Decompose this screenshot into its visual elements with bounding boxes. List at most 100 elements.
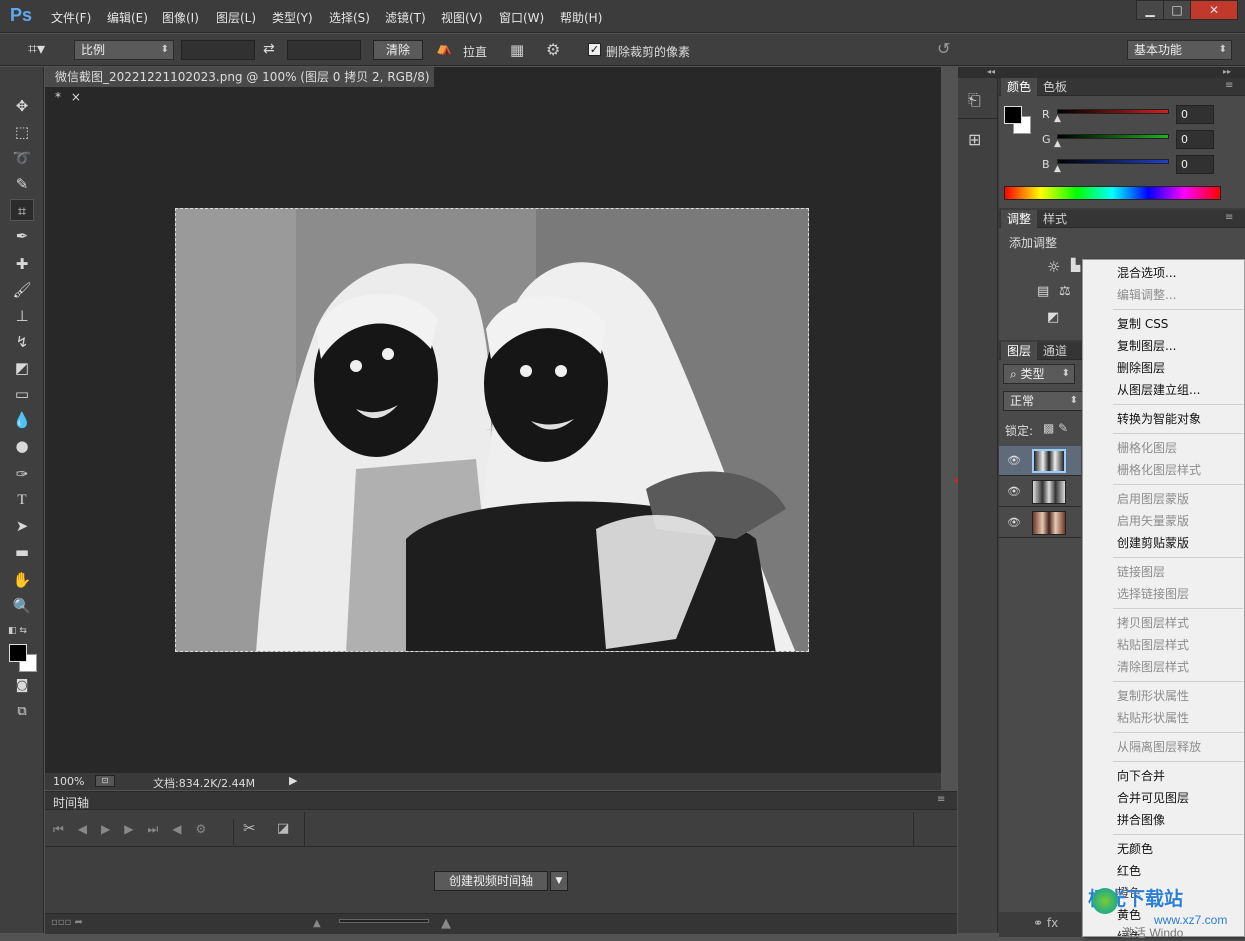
timeline-menu-icon[interactable]: ≡ — [937, 794, 945, 805]
timeline-mode-dropdown-icon[interactable]: ▼ — [550, 871, 568, 891]
context-menu-item[interactable]: 向下合并 — [1083, 765, 1244, 787]
crop-tool-icon[interactable]: ⌗ — [10, 199, 34, 221]
menu-image[interactable]: 图像(I) — [162, 9, 199, 26]
slider-handle-icon[interactable]: ▲ — [1054, 139, 1061, 149]
menu-help[interactable]: 帮助(H) — [560, 9, 602, 26]
move-tool-icon[interactable]: ✥ — [10, 95, 34, 117]
rgb-value-r[interactable]: 0 — [1176, 105, 1214, 124]
quick-mask-icon[interactable]: ◙ — [10, 675, 34, 697]
straighten-icon[interactable]: ⛺ — [436, 41, 452, 56]
layer-filter-select[interactable]: ⌕ 类型 — [1003, 364, 1075, 384]
slider-handle-icon[interactable]: ▲ — [1054, 164, 1061, 174]
slider-handle-icon[interactable]: ▲ — [1054, 114, 1061, 124]
properties-panel-icon[interactable]: ⊞ — [968, 130, 981, 149]
pen-tool-icon[interactable]: ✑ — [10, 463, 34, 485]
lasso-tool-icon[interactable]: ➰ — [10, 147, 34, 169]
rgb-value-g[interactable]: 0 — [1176, 130, 1214, 149]
history-panel-icon[interactable]: ⎗ — [968, 90, 981, 110]
rgb-slider-g[interactable] — [1057, 134, 1169, 139]
rgb-value-b[interactable]: 0 — [1176, 155, 1214, 174]
status-menu-arrow-icon[interactable]: ▶ — [289, 774, 297, 787]
fg-color-swatch[interactable] — [1004, 106, 1022, 124]
color-spectrum-bar[interactable] — [1004, 186, 1221, 200]
foreground-color-swatch[interactable] — [9, 644, 27, 662]
color-panel-menu-icon[interactable]: ≡ — [1225, 80, 1233, 91]
screen-mode-icon[interactable]: ⧉ — [10, 701, 34, 723]
menu-view[interactable]: 视图(V) — [441, 9, 483, 26]
timeline-footer-icons[interactable]: ▫▫▫ ➦ — [51, 917, 83, 928]
eyedropper-tool-icon[interactable]: ✒ — [10, 225, 34, 247]
photo-filter-adjust-icon[interactable]: ◩ — [1047, 310, 1059, 325]
context-menu-item[interactable]: 混合选项... — [1083, 262, 1244, 284]
marquee-tool-icon[interactable]: ⬚ — [10, 121, 34, 143]
straighten-label[interactable]: 拉直 — [463, 43, 487, 60]
swap-icon[interactable]: ⇄ — [263, 41, 275, 57]
shape-tool-icon[interactable]: ▬ — [10, 541, 34, 563]
zoom-in-timeline-icon[interactable]: ▲ — [441, 916, 451, 931]
eraser-tool-icon[interactable]: ◩ — [10, 357, 34, 379]
type-tool-icon[interactable]: T — [10, 489, 34, 511]
context-menu-item[interactable]: 创建剪贴蒙版 — [1083, 532, 1244, 554]
lock-icons[interactable]: ▩ ✎ — [1043, 421, 1068, 435]
hand-tool-icon[interactable]: ✋ — [10, 569, 34, 591]
visibility-eye-icon[interactable]: 👁 — [1007, 485, 1021, 498]
menu-edit[interactable]: 编辑(E) — [107, 9, 148, 26]
tab-styles[interactable]: 样式 — [1037, 210, 1073, 228]
healing-brush-tool-icon[interactable]: ✚ — [10, 253, 34, 275]
context-menu-item[interactable]: 复制图层... — [1083, 335, 1244, 357]
menu-file[interactable]: 文件(F) — [51, 9, 91, 26]
rgb-slider-b[interactable] — [1057, 159, 1169, 164]
document-tab[interactable]: 微信截图_20221221102023.png @ 100% (图层 0 拷贝 … — [45, 67, 435, 104]
zoom-level[interactable]: 100% — [53, 775, 84, 788]
playback-controls-icon[interactable]: ⏮◀▶▶⏭◀⚙ — [53, 822, 220, 837]
context-menu-item[interactable]: 拼合图像 — [1083, 809, 1244, 831]
default-colors-icon[interactable]: ◧ ⇆ — [8, 626, 27, 636]
blur-tool-icon[interactable]: 💧 — [10, 409, 34, 431]
menu-window[interactable]: 窗口(W) — [499, 9, 544, 26]
adjust-panel-menu-icon[interactable]: ≡ — [1225, 212, 1233, 223]
delete-cropped-checkbox[interactable]: ✓ — [588, 43, 601, 56]
tab-channels[interactable]: 通道 — [1037, 342, 1073, 360]
tab-adjustments[interactable]: 调整 — [1001, 210, 1038, 228]
visibility-eye-icon[interactable]: 👁 — [1007, 516, 1021, 529]
image-canvas[interactable]: ✛ — [175, 208, 809, 652]
tab-swatches[interactable]: 色板 — [1037, 78, 1073, 96]
reset-icon[interactable]: ↺ — [937, 39, 950, 58]
context-menu-item[interactable]: 红色 — [1083, 860, 1244, 882]
balance-adjust-icon[interactable]: ⚖ — [1059, 284, 1071, 299]
close-button[interactable]: ✕ — [1190, 0, 1238, 20]
blend-mode-select[interactable]: 正常 — [1003, 391, 1083, 411]
path-select-tool-icon[interactable]: ➤ — [10, 515, 34, 537]
brush-tool-icon[interactable]: 🖌 — [10, 279, 34, 301]
minimize-button[interactable]: ▁ — [1136, 0, 1164, 20]
tab-color[interactable]: 颜色 — [1001, 78, 1038, 96]
document-tab-close-icon[interactable]: × — [71, 90, 81, 104]
grid-overlay-icon[interactable]: ▦ — [510, 41, 524, 59]
menu-select[interactable]: 选择(S) — [329, 9, 370, 26]
brightness-adjust-icon[interactable]: ☼ — [1047, 258, 1060, 276]
history-brush-tool-icon[interactable]: ↯ — [10, 331, 34, 353]
context-menu-item[interactable]: 删除图层 — [1083, 357, 1244, 379]
menu-filter[interactable]: 滤镜(T) — [385, 9, 426, 26]
crop-tool-preset-icon[interactable]: ⌗▾ — [28, 39, 45, 59]
transition-icon[interactable]: ◪ — [277, 821, 289, 836]
stamp-tool-icon[interactable]: ⊥ — [10, 305, 34, 327]
settings-gear-icon[interactable]: ⚙ — [546, 40, 560, 59]
zoom-tool-icon[interactable]: 🔍 — [10, 595, 34, 617]
maximize-button[interactable]: □ — [1163, 0, 1191, 20]
dodge-tool-icon[interactable]: ● — [10, 435, 34, 457]
tab-layers[interactable]: 图层 — [1001, 342, 1038, 360]
layer-row[interactable]: 👁 — [999, 508, 1081, 538]
workspace-select[interactable]: 基本功能 — [1127, 40, 1232, 60]
visibility-eye-icon[interactable]: 👁 — [1007, 454, 1021, 467]
gradient-tool-icon[interactable]: ▭ — [10, 383, 34, 405]
ratio-height-input[interactable] — [287, 40, 361, 60]
context-menu-item[interactable]: 转换为智能对象 — [1083, 408, 1244, 430]
levels-adjust-icon[interactable]: ▙ — [1071, 258, 1080, 272]
rgb-slider-r[interactable] — [1057, 109, 1169, 114]
layer-row[interactable]: 👁 — [999, 477, 1081, 507]
context-menu-item[interactable]: 无颜色 — [1083, 838, 1244, 860]
clear-button[interactable]: 清除 — [373, 40, 423, 60]
ratio-select[interactable]: 比例 — [74, 40, 174, 60]
zoom-out-timeline-icon[interactable]: ▲ — [313, 918, 321, 929]
